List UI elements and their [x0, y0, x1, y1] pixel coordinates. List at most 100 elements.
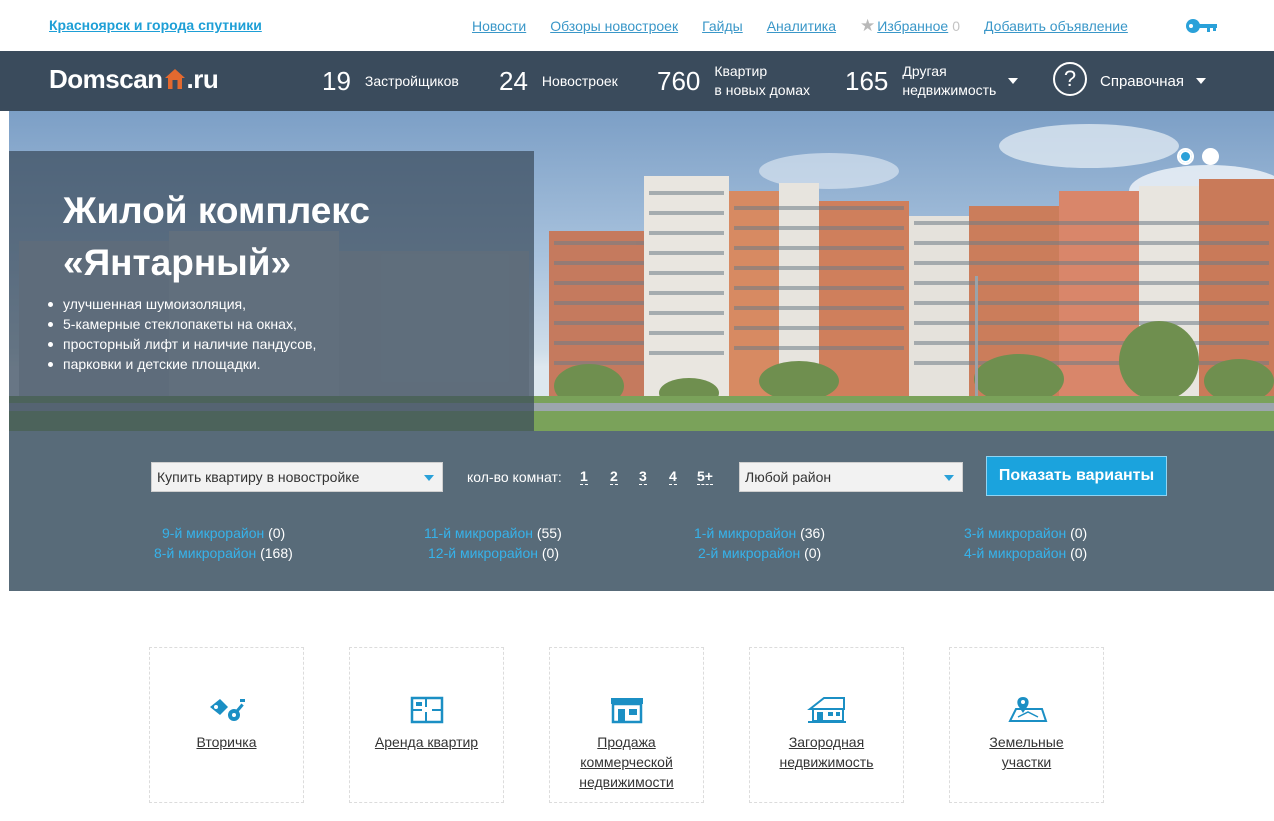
slider-dot-2[interactable] — [1202, 148, 1219, 165]
category-label-line1: Аренда квартир — [374, 734, 479, 750]
feature-item: 5-камерные стеклопакеты на окнах, — [47, 314, 316, 334]
district-count: (0) — [268, 525, 286, 541]
stat-label-line1: Другая — [902, 63, 947, 79]
house-logo-icon — [164, 68, 185, 89]
nav-news-link[interactable]: Новости — [472, 18, 526, 34]
feature-item: парковки и детские площадки. — [47, 354, 316, 374]
stat-number: 165 — [845, 65, 889, 96]
stat-label-line2: недвижимость — [902, 82, 997, 98]
help-icon[interactable]: ? — [1053, 62, 1087, 96]
stat-developers[interactable]: 19 Застройщиков — [322, 51, 459, 111]
top-nav: Новости Обзоры новостроек Гайды Аналитик… — [472, 17, 1152, 34]
country-house-icon — [806, 697, 846, 723]
stat-new-buildings[interactable]: 24 Новостроек — [499, 51, 618, 111]
rooms-option-3[interactable]: 3 — [639, 469, 647, 485]
district-link[interactable]: 2-й микрорайон (0) — [698, 545, 821, 561]
district-count: (0) — [541, 545, 560, 561]
stat-number: 760 — [657, 65, 701, 96]
district-link[interactable]: 1-й микрорайон (36) — [694, 525, 825, 541]
feature-item: улучшенная шумоизоляция, — [47, 294, 316, 314]
hero-slider: Жилой комплекс «Янтарный» улучшенная шум… — [9, 111, 1274, 431]
rooms-option-4[interactable]: 4 — [669, 469, 677, 485]
rooms-option-1[interactable]: 1 — [580, 469, 588, 485]
category-label: Земельные участки — [950, 732, 1103, 772]
district-link[interactable]: 4-й микрорайон (0) — [964, 545, 1087, 561]
category-label-line1: Загородная — [788, 734, 865, 750]
feature-item: просторный лифт и наличие пандусов, — [47, 336, 317, 352]
star-icon: ★ — [860, 16, 876, 35]
stat-label: Застройщиков — [364, 72, 459, 89]
show-results-button[interactable]: Показать варианты — [986, 456, 1167, 496]
category-label: Вторичка — [150, 732, 303, 752]
district-link[interactable]: 9-й микрорайон (0) — [162, 525, 285, 541]
stat-label: Другая недвижимость — [902, 62, 996, 100]
stat-label: Новостроек — [541, 72, 618, 89]
district-name: 8-й микрорайон — [154, 545, 257, 561]
district-link[interactable]: 8-й микрорайон (168) — [154, 545, 293, 561]
favorites: ★ Избранное 0 — [860, 17, 960, 34]
category-label-line2: коммерческой — [580, 754, 673, 770]
district-count: (36) — [800, 525, 826, 541]
category-label: Загородная недвижимость — [750, 732, 903, 772]
district-name: 9-й микрорайон — [162, 525, 265, 541]
land-plot-icon — [1007, 697, 1047, 722]
district-link[interactable]: 3-й микрорайон (0) — [964, 525, 1087, 541]
category-card-rent[interactable]: Аренда квартир — [349, 647, 504, 803]
logo-domain: .ru — [186, 64, 219, 94]
dropdown-arrow-icon — [944, 475, 954, 481]
site-logo[interactable]: Domscan .ru — [49, 64, 219, 95]
district-count: (168) — [260, 545, 293, 561]
add-listing-link[interactable]: Добавить объявление — [984, 18, 1128, 34]
category-card-secondary[interactable]: Вторичка — [149, 647, 304, 803]
city-selector-link[interactable]: Красноярск и города спутники — [49, 17, 262, 33]
category-label-line2: недвижимость — [779, 754, 874, 770]
deal-type-value: Купить квартиру в новостройке — [157, 469, 360, 485]
district-select[interactable]: Любой район — [739, 462, 963, 492]
keys-icon — [209, 699, 245, 721]
chevron-down-icon — [1196, 78, 1207, 84]
category-label: Продажа коммерческой недвижимости — [550, 732, 703, 792]
stat-other-property[interactable]: 165 Другая недвижимость — [845, 51, 1019, 111]
category-card-land[interactable]: Земельные участки — [949, 647, 1104, 803]
hero-title-line2: «Янтарный» — [63, 242, 292, 283]
slider-dot-1[interactable] — [1177, 148, 1194, 165]
key-icon[interactable] — [1185, 16, 1219, 36]
floorplan-icon — [410, 696, 443, 724]
deal-type-select[interactable]: Купить квартиру в новостройке — [151, 462, 443, 492]
district-name: 4-й микрорайон — [964, 545, 1067, 561]
hero-title[interactable]: Жилой комплекс «Янтарный» — [63, 185, 370, 289]
top-bar: Красноярск и города спутники Новости Обз… — [0, 0, 1274, 51]
category-card-commercial[interactable]: Продажа коммерческой недвижимости — [549, 647, 704, 803]
rooms-option-2[interactable]: 2 — [610, 469, 618, 485]
hero-features: улучшенная шумоизоляция, 5-камерные стек… — [47, 294, 317, 374]
district-count: (0) — [1070, 525, 1088, 541]
stat-label-line2: в новых домах — [714, 82, 810, 98]
stat-apartments[interactable]: 760 Квартир в новых домах — [657, 51, 810, 111]
category-label-line2: участки — [1001, 754, 1052, 770]
district-value: Любой район — [745, 469, 832, 485]
hero-title-line1: Жилой комплекс — [63, 190, 370, 231]
stat-label: Квартир в новых домах — [714, 62, 810, 100]
help-menu[interactable]: Справочная — [1100, 51, 1207, 111]
stat-label-line1: Квартир — [714, 63, 768, 79]
district-link[interactable]: 12-й микрорайон (0) — [428, 545, 559, 561]
nav-analytics-link[interactable]: Аналитика — [767, 18, 836, 34]
category-card-country[interactable]: Загородная недвижимость — [749, 647, 904, 803]
category-label-line1: Продажа — [597, 734, 656, 750]
district-name: 1-й микрорайон — [694, 525, 797, 541]
hero-caption: Жилой комплекс «Янтарный» улучшенная шум… — [9, 151, 534, 431]
district-link[interactable]: 11-й микрорайон (55) — [424, 525, 562, 541]
chevron-down-icon[interactable] — [1008, 78, 1019, 84]
category-label-line1: Земельные — [989, 734, 1064, 750]
rooms-option-5plus[interactable]: 5+ — [697, 469, 713, 485]
category-label-line3: недвижимости — [579, 774, 674, 790]
dropdown-arrow-icon — [424, 475, 434, 481]
district-name: 12-й микрорайон — [428, 545, 538, 561]
category-label-line1: Вторичка — [196, 734, 257, 750]
main-header: Domscan .ru 19 Застройщиков 24 Новострое… — [0, 51, 1274, 111]
favorites-link[interactable]: Избранное — [877, 18, 948, 34]
nav-guides-link[interactable]: Гайды — [702, 18, 743, 34]
nav-reviews-link[interactable]: Обзоры новостроек — [550, 18, 678, 34]
search-panel: Купить квартиру в новостройке кол-во ком… — [9, 431, 1274, 591]
favorites-count: 0 — [952, 17, 961, 34]
